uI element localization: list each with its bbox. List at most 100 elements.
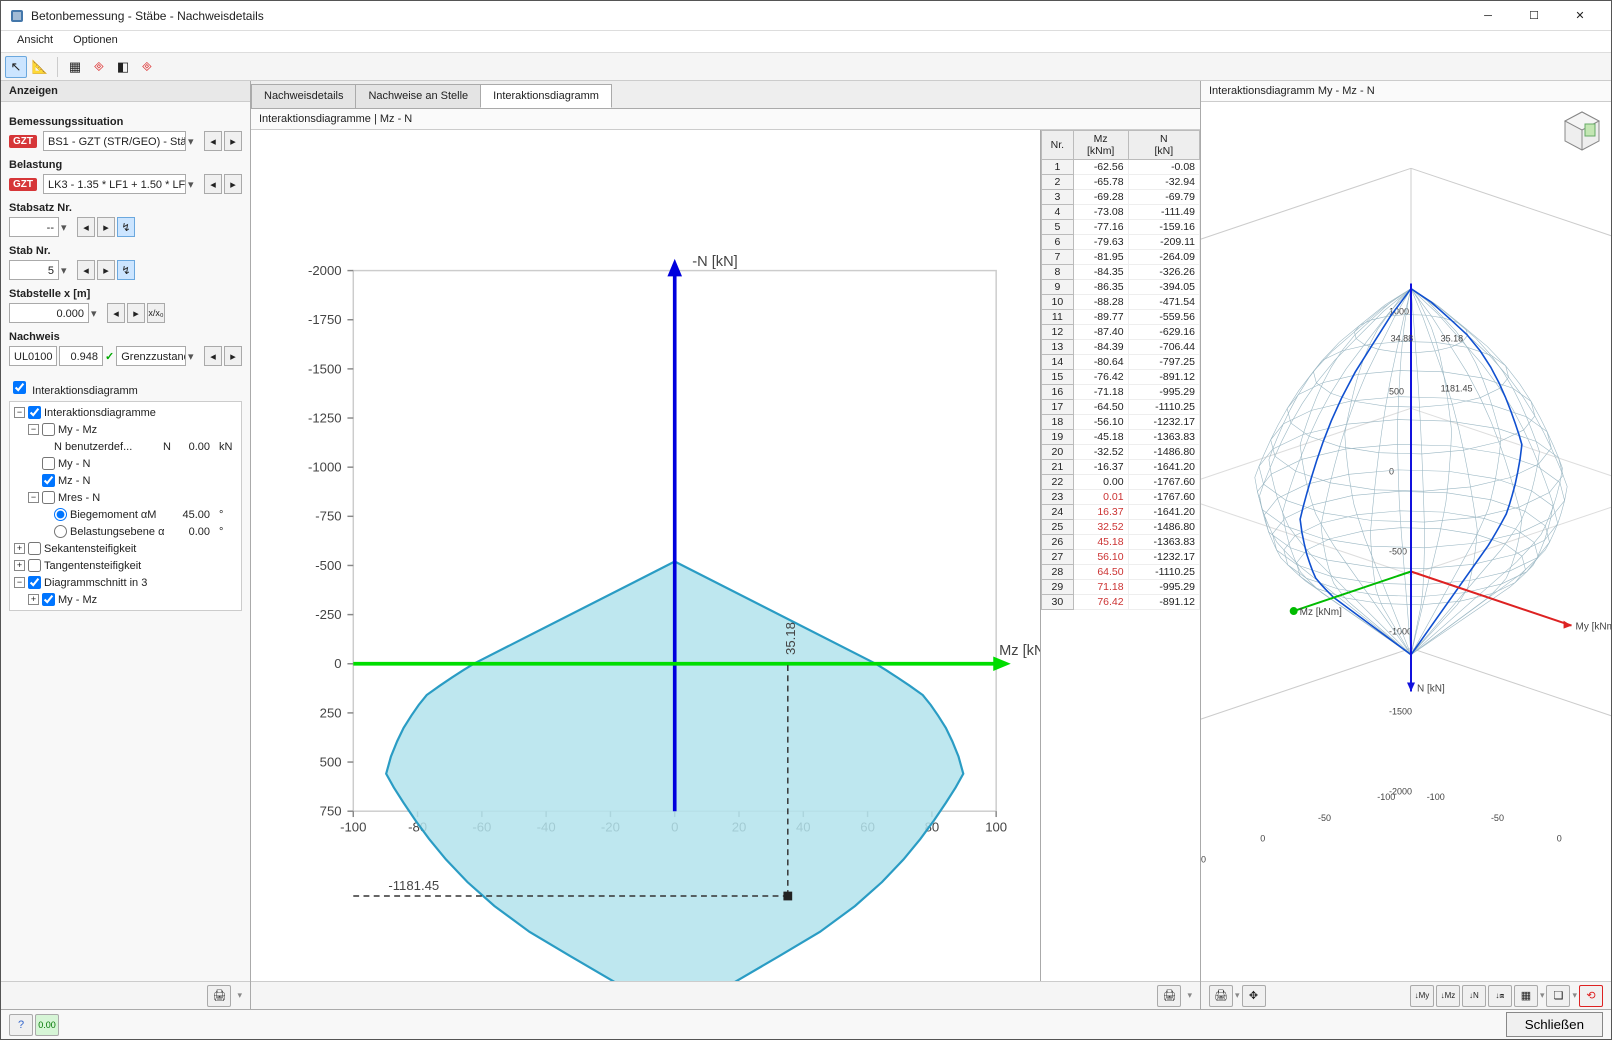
tree-expand-root[interactable]: − <box>14 407 25 418</box>
side-print-button[interactable]: 🖨 <box>207 985 231 1007</box>
tree-expand-mres[interactable]: − <box>28 492 39 503</box>
close-window-button[interactable]: ✕ <box>1557 1 1603 30</box>
tree-dsmyn-check[interactable] <box>42 610 55 611</box>
table-row[interactable]: 19 -45.18 -1363.83 <box>1042 430 1200 445</box>
titlebar[interactable]: Betonbemessung - Stäbe - Nachweisdetails… <box>1 1 1611 31</box>
right-pick-button[interactable]: ✥ <box>1242 985 1266 1007</box>
view-myn-button[interactable]: ↓N <box>1462 985 1486 1007</box>
tab-nachweise-stelle[interactable]: Nachweise an Stelle <box>355 84 481 108</box>
menu-ansicht[interactable]: Ansicht <box>7 31 63 52</box>
design-situation-next[interactable]: ▸ <box>224 131 242 151</box>
table-row[interactable]: 23 0.01 -1767.60 <box>1042 490 1200 505</box>
design-situation-prev[interactable]: ◂ <box>204 131 222 151</box>
dropdown-icon[interactable]: ▾ <box>1187 990 1192 1001</box>
load-combo[interactable]: LK3 - 1.35 * LF1 + 1.50 * LF2 + 0... <box>43 174 186 194</box>
close-button[interactable]: Schließen <box>1506 1012 1603 1037</box>
tree-mymz-check[interactable] <box>42 423 55 436</box>
table-row[interactable]: 11 -89.77 -559.56 <box>1042 310 1200 325</box>
memberset-pick[interactable]: ↯ <box>117 217 135 237</box>
tool-section[interactable]: 🞜 <box>88 56 110 78</box>
member-combo[interactable]: 5 <box>9 260 59 280</box>
tree-expand-sek[interactable]: + <box>14 543 25 554</box>
chart3d[interactable]: -2000-1500-1000-50005001000-100-50050100… <box>1201 102 1611 981</box>
data-table-scroll[interactable]: Nr. Mz[kNm] N[kN] 1 -62.56 -0.082 -65.78… <box>1040 130 1200 981</box>
tool-option[interactable]: 🞜 <box>136 56 158 78</box>
tool-measure[interactable]: 📐 <box>29 56 51 78</box>
view-cube-icon[interactable] <box>1559 108 1605 154</box>
table-row[interactable]: 6 -79.63 -209.11 <box>1042 235 1200 250</box>
table-row[interactable]: 25 32.52 -1486.80 <box>1042 520 1200 535</box>
table-row[interactable]: 4 -73.08 -111.49 <box>1042 205 1200 220</box>
table-row[interactable]: 13 -84.39 -706.44 <box>1042 340 1200 355</box>
member-pick[interactable]: ↯ <box>117 260 135 280</box>
station-next[interactable]: ▸ <box>127 303 145 323</box>
tree-dsmymz-check[interactable] <box>42 593 55 606</box>
table-row[interactable]: 14 -80.64 -797.25 <box>1042 355 1200 370</box>
status-help-button[interactable]: ? <box>9 1014 33 1036</box>
design-desc[interactable]: Grenzzustand ... <box>116 346 186 366</box>
tree-expand-diag[interactable]: − <box>14 577 25 588</box>
table-row[interactable]: 29 71.18 -995.29 <box>1042 580 1200 595</box>
tree-diag-check[interactable] <box>28 576 41 589</box>
interaction-check[interactable] <box>13 381 26 394</box>
station-prev[interactable]: ◂ <box>107 303 125 323</box>
table-row[interactable]: 28 64.50 -1110.25 <box>1042 565 1200 580</box>
menu-optionen[interactable]: Optionen <box>63 31 128 52</box>
tree-root-check[interactable] <box>28 406 41 419</box>
status-units-button[interactable]: 0.00 <box>35 1014 59 1036</box>
memberset-prev[interactable]: ◂ <box>77 217 95 237</box>
tab-interaktionsdiagramm[interactable]: Interaktionsdiagramm <box>480 84 612 108</box>
view-reset-button[interactable]: ⟲ <box>1579 985 1603 1007</box>
view-mymz-button[interactable]: ↓My <box>1410 985 1434 1007</box>
design-code[interactable]: UL0100 <box>9 346 57 366</box>
tab-nachweisdetails[interactable]: Nachweisdetails <box>251 84 356 108</box>
station-formula[interactable]: x/x₀ <box>147 303 165 323</box>
load-prev[interactable]: ◂ <box>204 174 222 194</box>
tree-expand-mymz[interactable]: − <box>28 424 39 435</box>
tree-sek-check[interactable] <box>28 542 41 555</box>
table-row[interactable]: 16 -71.18 -995.29 <box>1042 385 1200 400</box>
memberset-next[interactable]: ▸ <box>97 217 115 237</box>
tree-mresn-check[interactable] <box>42 491 55 504</box>
table-row[interactable]: 5 -77.16 -159.16 <box>1042 220 1200 235</box>
right-print-button[interactable]: 🖨 <box>1209 985 1233 1007</box>
table-row[interactable]: 9 -86.35 -394.05 <box>1042 280 1200 295</box>
dropdown-icon[interactable]: ▾ <box>237 990 242 1001</box>
view-wire-button[interactable]: ▦ <box>1514 985 1538 1007</box>
table-row[interactable]: 21 -16.37 -1641.20 <box>1042 460 1200 475</box>
dropdown-icon[interactable]: ▾ <box>1572 990 1577 1001</box>
table-row[interactable]: 30 76.42 -891.12 <box>1042 595 1200 610</box>
view-mzn-button[interactable]: ↓Mz <box>1436 985 1460 1007</box>
table-row[interactable]: 8 -84.35 -326.26 <box>1042 265 1200 280</box>
table-row[interactable]: 26 45.18 -1363.83 <box>1042 535 1200 550</box>
table-row[interactable]: 17 -64.50 -1110.25 <box>1042 400 1200 415</box>
table-row[interactable]: 12 -87.40 -629.16 <box>1042 325 1200 340</box>
design-situation-combo[interactable]: BS1 - GZT (STR/GEO) - Ständig u... <box>43 131 186 151</box>
member-next[interactable]: ▸ <box>97 260 115 280</box>
table-row[interactable]: 24 16.37 -1641.20 <box>1042 505 1200 520</box>
table-row[interactable]: 20 -32.52 -1486.80 <box>1042 445 1200 460</box>
tool-clip[interactable]: ◧ <box>112 56 134 78</box>
table-row[interactable]: 10 -88.28 -471.54 <box>1042 295 1200 310</box>
tree-tan-check[interactable] <box>28 559 41 572</box>
load-next[interactable]: ▸ <box>224 174 242 194</box>
tree-myn-check[interactable] <box>42 457 55 470</box>
tree-mzn-check[interactable] <box>42 474 55 487</box>
tree-belast-radio[interactable] <box>54 525 67 538</box>
table-row[interactable]: 1 -62.56 -0.08 <box>1042 160 1200 175</box>
tree-expand-dsmymz[interactable]: + <box>28 594 39 605</box>
table-row[interactable]: 22 0.00 -1767.60 <box>1042 475 1200 490</box>
tool-grid[interactable]: ▦ <box>64 56 86 78</box>
design-prev[interactable]: ◂ <box>204 346 222 366</box>
table-row[interactable]: 27 56.10 -1232.17 <box>1042 550 1200 565</box>
minimize-button[interactable]: ─ <box>1465 1 1511 30</box>
member-prev[interactable]: ◂ <box>77 260 95 280</box>
maximize-button[interactable]: ☐ <box>1511 1 1557 30</box>
dropdown-icon[interactable]: ▾ <box>1540 990 1545 1001</box>
view-solid-button[interactable]: ❏ <box>1546 985 1570 1007</box>
chart2d[interactable]: -100-80-60-40-20020406080100-2000-1750-1… <box>251 130 1040 981</box>
design-next[interactable]: ▸ <box>224 346 242 366</box>
view-iso-button[interactable]: ↓⧈ <box>1488 985 1512 1007</box>
table-row[interactable]: 3 -69.28 -69.79 <box>1042 190 1200 205</box>
table-row[interactable]: 18 -56.10 -1232.17 <box>1042 415 1200 430</box>
